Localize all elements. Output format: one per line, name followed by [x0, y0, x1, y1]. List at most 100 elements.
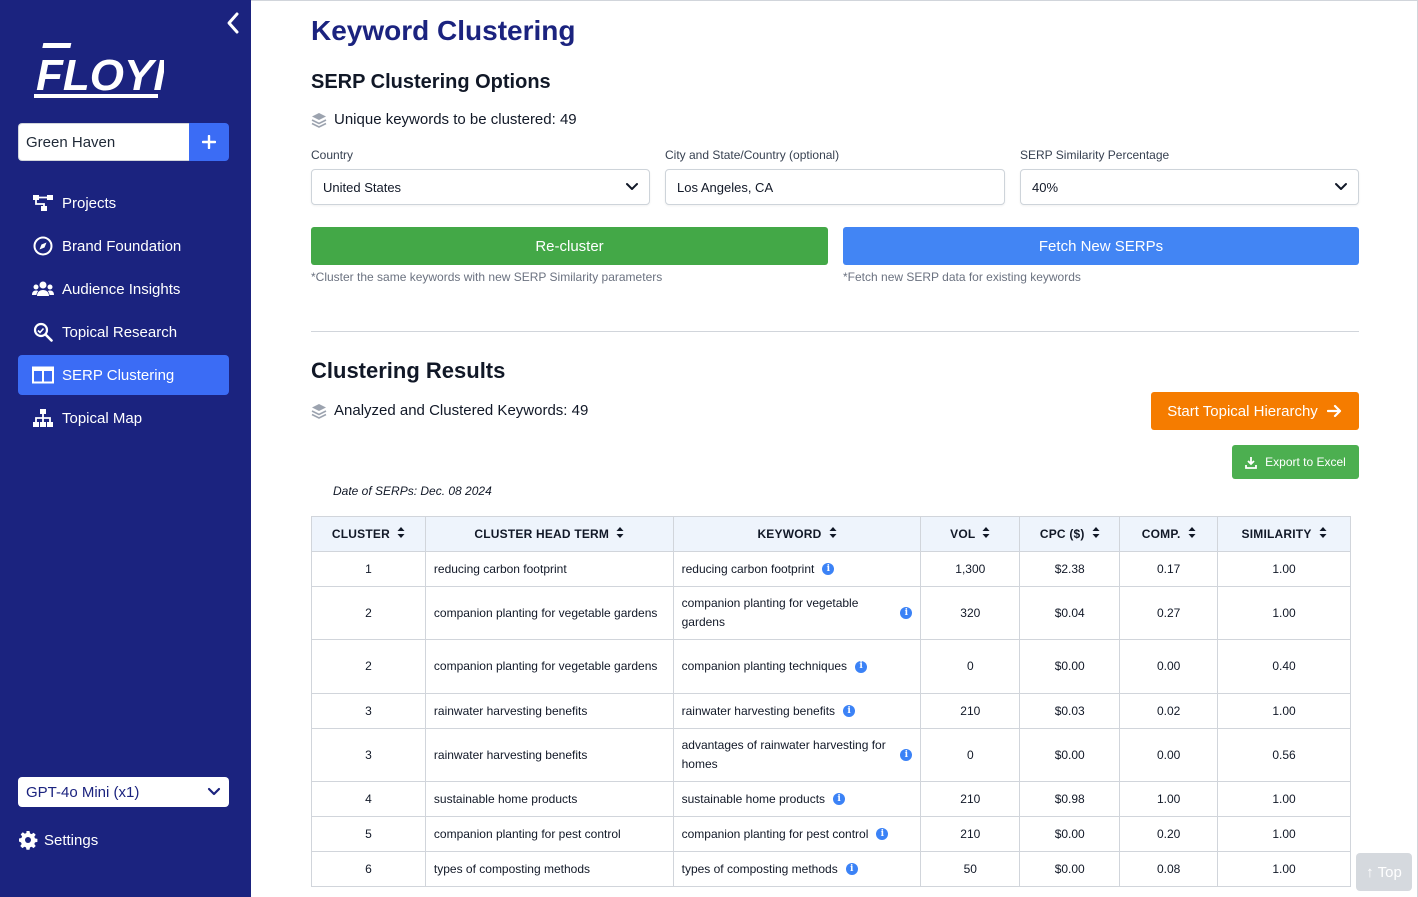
- city-input[interactable]: Los Angeles, CA: [665, 169, 1005, 205]
- column-header[interactable]: VOL: [920, 516, 1021, 552]
- results-table: CLUSTER CLUSTER HEAD TERM KEYWORD VOL CPC ($…: [311, 516, 1351, 887]
- column-header[interactable]: CLUSTER: [311, 516, 426, 552]
- info-icon[interactable]: i: [900, 749, 913, 761]
- export-excel-button[interactable]: Export to Excel: [1232, 445, 1359, 479]
- cpc-cell: $0.00: [1019, 816, 1121, 852]
- sort-icon: [397, 527, 405, 541]
- comp-value: 0.00: [1156, 747, 1181, 762]
- sidebar-item-topical-map[interactable]: Topical Map: [18, 398, 229, 438]
- info-icon[interactable]: i: [876, 828, 889, 840]
- cpc-cell: $0.00: [1019, 639, 1121, 694]
- vol-value: 1,300: [955, 561, 986, 576]
- table-row: 1 reducing carbon footprint reducing carbo…: [311, 551, 1351, 587]
- keyword-cell: rainwater harvesting benefits i: [672, 693, 922, 729]
- table-row: 5 companion planting for pest control comp…: [311, 816, 1351, 852]
- layers-icon: [311, 403, 327, 419]
- fetch-serps-button[interactable]: Fetch New SERPs: [843, 227, 1359, 265]
- country-select[interactable]: United States: [311, 169, 650, 205]
- users-icon: [32, 278, 54, 300]
- vol-value: 210: [960, 703, 981, 718]
- page-title: Keyword Clustering: [311, 15, 576, 46]
- head-term-value: companion planting for pest control: [433, 826, 621, 841]
- keyword-text: reducing carbon footprint: [681, 561, 815, 576]
- info-icon[interactable]: i: [855, 660, 868, 673]
- similarity-value: 0.40: [1272, 659, 1296, 673]
- sidebar-item-label: Topical Research: [62, 323, 178, 341]
- arrow-up-icon: ↑: [1366, 863, 1374, 881]
- back-to-top-button[interactable]: ↑ Top: [1356, 853, 1412, 891]
- similarity-value: 1.00: [1272, 861, 1296, 876]
- recluster-button[interactable]: Re-cluster: [311, 227, 828, 265]
- column-header-label: KEYWORD: [757, 526, 822, 541]
- compass-icon: [32, 235, 54, 257]
- head-term-value: companion planting for vegetable gardens: [433, 605, 658, 620]
- vol-value: 210: [960, 791, 981, 806]
- comp-cell: 0.27: [1119, 586, 1219, 640]
- cpc-cell: $0.04: [1019, 586, 1121, 640]
- info-icon[interactable]: i: [845, 863, 858, 875]
- info-icon[interactable]: i: [900, 607, 913, 619]
- head-term-value: rainwater harvesting benefits: [433, 747, 588, 762]
- sidebar-item-topical-research[interactable]: Topical Research: [18, 312, 229, 352]
- arrow-right-icon: [1326, 404, 1341, 418]
- collapse-sidebar-icon[interactable]: [222, 10, 244, 36]
- table-row: 6 types of composting methods types of com…: [311, 851, 1351, 887]
- comp-value: 0.27: [1156, 605, 1181, 620]
- model-select[interactable]: GPT-4o Mini (x1): [18, 777, 229, 807]
- vol-cell: 50: [920, 851, 1021, 887]
- start-topical-hierarchy-label: Start Topical Hierarchy: [1167, 402, 1318, 420]
- sidebar-item-label: Audience Insights: [62, 280, 181, 298]
- column-header[interactable]: COMP.: [1119, 516, 1219, 552]
- similarity-cell: 1.00: [1217, 551, 1351, 587]
- comp-value: 1.00: [1156, 791, 1181, 806]
- column-header-label: CLUSTER: [331, 526, 390, 541]
- comp-cell: 0.08: [1119, 851, 1219, 887]
- similarity-value: 1.00: [1272, 605, 1296, 620]
- cluster-value: 2: [365, 659, 372, 673]
- info-icon[interactable]: i: [843, 705, 856, 717]
- comp-value: 0.02: [1156, 703, 1181, 718]
- sidebar-item-serp-clustering[interactable]: SERP Clustering: [18, 355, 229, 395]
- sidebar-item-projects[interactable]: Projects: [18, 183, 229, 223]
- chevron-down-icon: [626, 183, 638, 190]
- project-name-field[interactable]: Green Haven: [18, 123, 189, 161]
- cpc-value: $0.00: [1054, 826, 1085, 841]
- chevron-down-icon: [1335, 183, 1347, 190]
- cluster-value: 3: [365, 703, 372, 718]
- settings-link[interactable]: Settings: [18, 830, 98, 850]
- vol-value: 210: [960, 826, 981, 841]
- comp-cell: 0.02: [1119, 693, 1219, 729]
- similarity-value: 1.00: [1272, 561, 1296, 576]
- back-to-top-label: Top: [1377, 863, 1402, 881]
- keyword-cell: types of composting methods i: [672, 851, 922, 887]
- keyword-cell: companion planting for pest control i: [672, 816, 922, 852]
- comp-value: 0.08: [1156, 861, 1181, 876]
- chevron-down-icon: [207, 787, 221, 796]
- sidebar-item-brand-foundation[interactable]: Brand Foundation: [18, 226, 229, 266]
- keyword-text: companion planting for vegetable gardens: [681, 596, 859, 629]
- column-header[interactable]: KEYWORD: [672, 516, 922, 552]
- cluster-cell: 3: [311, 693, 426, 729]
- column-header[interactable]: SIMILARITY: [1217, 516, 1351, 552]
- sidebar-item-audience-insights[interactable]: Audience Insights: [18, 269, 229, 309]
- start-topical-hierarchy-button[interactable]: Start Topical Hierarchy: [1151, 392, 1359, 430]
- column-header[interactable]: CPC ($): [1019, 516, 1121, 552]
- similarity-select[interactable]: 40%: [1020, 169, 1359, 205]
- cpc-value: $2.38: [1054, 561, 1085, 576]
- info-icon[interactable]: i: [833, 793, 846, 805]
- download-icon: [1245, 456, 1258, 469]
- table-row: 4 sustainable home products sustainable ho…: [311, 781, 1351, 817]
- cluster-value: 1: [365, 561, 372, 576]
- keyword-text: companion planting techniques: [681, 659, 848, 673]
- keyword-cell: reducing carbon footprint i: [672, 551, 922, 587]
- column-header[interactable]: CLUSTER HEAD TERM: [424, 516, 674, 552]
- info-icon[interactable]: i: [822, 563, 835, 575]
- add-project-button[interactable]: [189, 123, 229, 161]
- similarity-cell: 1.00: [1217, 781, 1351, 817]
- comp-value: 0.00: [1156, 659, 1181, 673]
- similarity-cell: 1.00: [1217, 816, 1351, 852]
- columns-icon: [32, 364, 54, 386]
- settings-label: Settings: [44, 831, 99, 849]
- comp-cell: 0.20: [1119, 816, 1219, 852]
- project-selector: Green Haven: [18, 123, 229, 161]
